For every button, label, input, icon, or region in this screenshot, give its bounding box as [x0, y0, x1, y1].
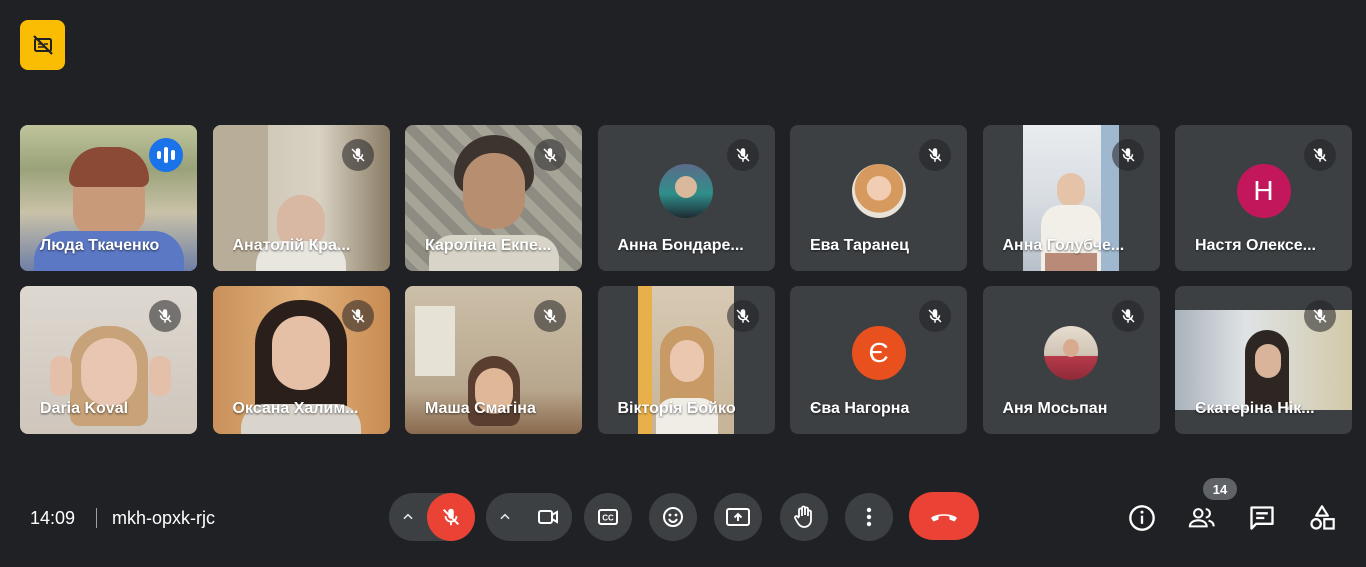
- mic-off-icon: [1304, 139, 1336, 171]
- mic-off-icon: [149, 300, 181, 332]
- mic-off-icon: [919, 139, 951, 171]
- captions-off-icon: [32, 35, 53, 55]
- audio-options-button[interactable]: [389, 493, 427, 541]
- participant-name: Єкатеріна Нік...: [1195, 400, 1315, 417]
- participant-avatar: [659, 164, 713, 218]
- participant-tile[interactable]: Маша Смагіна: [405, 286, 582, 434]
- participant-name: Аня Мосьпан: [1002, 400, 1108, 417]
- more-options-button[interactable]: [845, 493, 893, 541]
- participant-tile[interactable]: Daria Koval: [20, 286, 197, 434]
- more-options-icon: [866, 507, 872, 527]
- participant-name: Анатолій Кра...: [232, 237, 351, 254]
- mic-off-icon: [726, 139, 759, 171]
- mic-off-icon: [1111, 300, 1144, 332]
- end-call-button[interactable]: [909, 492, 979, 540]
- participant-name: Кароліна Екпе...: [425, 237, 552, 254]
- participant-grid: Люда Ткаченко Анатолій Кра... Кароліна Е…: [20, 125, 1352, 434]
- closed-captions-icon: CC: [598, 509, 618, 525]
- microphone-control: [389, 492, 475, 542]
- activities-button[interactable]: [1308, 504, 1336, 532]
- people-button[interactable]: [1188, 504, 1216, 532]
- participant-tile[interactable]: Люда Ткаченко: [20, 125, 197, 271]
- participant-tile[interactable]: Є Єва Нагорна: [790, 286, 967, 434]
- participant-avatar: [851, 164, 906, 218]
- present-screen-icon: [726, 508, 750, 526]
- captions-control: CC: [584, 492, 632, 542]
- chevron-up-icon: [500, 513, 510, 520]
- avatar-letter: Є: [868, 337, 889, 368]
- mic-off-icon: [919, 300, 951, 332]
- participant-tile[interactable]: Анна Бондаре...: [597, 125, 775, 271]
- avatar-letter: Н: [1253, 175, 1274, 206]
- raise-hand-icon: [794, 505, 812, 528]
- raise-hand-control: [780, 492, 828, 542]
- camera-control: [486, 492, 572, 542]
- raise-hand-button[interactable]: [780, 493, 828, 541]
- participant-name: Анна Бондаре...: [617, 237, 744, 254]
- participant-name: Люда Ткаченко: [40, 237, 160, 254]
- participant-name: Daria Koval: [40, 400, 129, 417]
- participant-tile[interactable]: Ева Таранец: [790, 125, 967, 271]
- meeting-details-button[interactable]: [1128, 504, 1156, 532]
- participant-tile[interactable]: Анна Голубче...: [982, 125, 1160, 271]
- participant-tile[interactable]: Кароліна Екпе...: [405, 125, 582, 271]
- end-call-icon: [931, 514, 957, 522]
- present-control: [714, 492, 762, 542]
- participant-name: Оксана Халим...: [232, 400, 359, 417]
- info-icon: [1129, 505, 1155, 531]
- mic-off-icon: [341, 300, 374, 332]
- participant-tile[interactable]: Н Настя Олексе...: [1175, 125, 1352, 271]
- participant-name: Настя Олексе...: [1195, 237, 1316, 254]
- bottom-toolbar: 14:09 mkh-opxk-rjc CC 14: [0, 478, 1366, 558]
- chat-icon: [1250, 506, 1274, 530]
- meeting-time: 14:09: [30, 508, 76, 528]
- captions-off-indicator[interactable]: [20, 20, 65, 70]
- people-icon: [1188, 508, 1215, 528]
- mic-off-icon: [534, 300, 566, 332]
- participant-name: Маша Смагіна: [425, 400, 536, 417]
- participant-tile[interactable]: Єкатеріна Нік...: [1175, 286, 1352, 434]
- camera-icon: [538, 510, 558, 524]
- microphone-off-icon: [442, 508, 460, 526]
- camera-toggle-button[interactable]: [524, 493, 572, 541]
- mic-off-icon: [534, 139, 566, 171]
- microphone-pill: [389, 493, 475, 541]
- mic-off-icon: [1111, 139, 1144, 171]
- mic-off-icon: [1304, 300, 1336, 332]
- video-options-button[interactable]: [486, 493, 524, 541]
- more-control: [845, 492, 893, 542]
- participant-name: Вікторія Бойко: [617, 400, 736, 417]
- participant-avatar: Н: [1236, 164, 1291, 218]
- camera-pill: [486, 493, 572, 541]
- divider: [96, 508, 97, 528]
- chevron-up-icon: [403, 513, 413, 520]
- captions-button[interactable]: CC: [584, 493, 632, 541]
- participant-tile[interactable]: Вікторія Бойко: [597, 286, 775, 434]
- participant-avatar: [1044, 326, 1098, 380]
- participant-count-badge: 14: [1203, 478, 1237, 500]
- speaking-indicator-icon: [149, 138, 183, 172]
- present-button[interactable]: [714, 493, 762, 541]
- participant-name: Анна Голубче...: [1002, 237, 1125, 254]
- participant-avatar: Є: [851, 326, 906, 380]
- participant-name: Єва Нагорна: [810, 400, 910, 417]
- mic-off-icon: [341, 139, 374, 171]
- participant-name: Ева Таранец: [810, 237, 909, 254]
- reactions-control: [649, 492, 697, 542]
- microphone-toggle-button[interactable]: [427, 493, 475, 541]
- svg-text:CC: CC: [602, 514, 614, 523]
- participant-tile[interactable]: Аня Мосьпан: [982, 286, 1160, 434]
- mic-off-icon: [726, 300, 759, 332]
- reactions-button[interactable]: [649, 493, 697, 541]
- participant-tile[interactable]: Анатолій Кра...: [212, 125, 390, 271]
- emoji-icon: [663, 507, 683, 527]
- participant-tile[interactable]: Оксана Халим...: [212, 286, 390, 434]
- chat-button[interactable]: [1248, 504, 1276, 532]
- meeting-code[interactable]: mkh-opxk-rjc: [112, 508, 215, 529]
- activities-icon: [1310, 505, 1335, 530]
